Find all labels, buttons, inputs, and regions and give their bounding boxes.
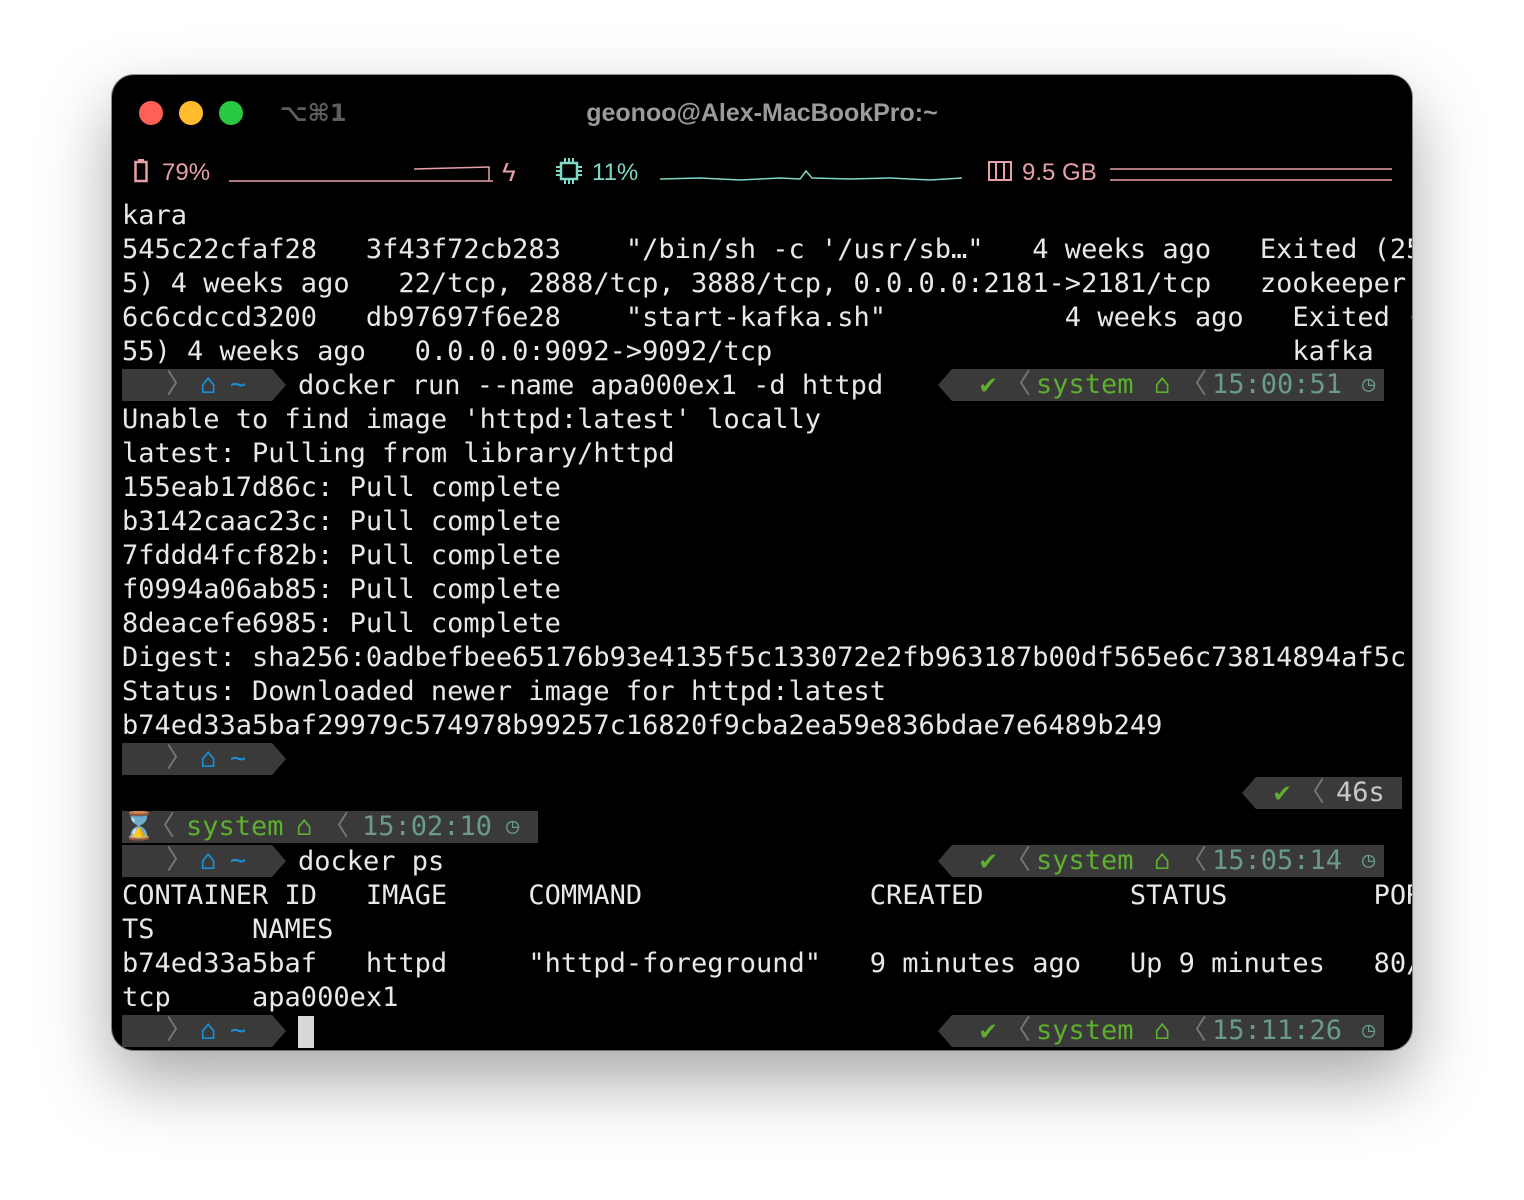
clock-icon: ◷ xyxy=(506,814,520,839)
timestamp: 15:00:51 xyxy=(1212,369,1343,400)
output-line: Digest: sha256:0adbefbee65176b93e4135f5c… xyxy=(122,642,1407,673)
output-line: 8deacefe6985: Pull complete xyxy=(122,608,561,639)
node-icon: ⌂ xyxy=(1154,369,1171,400)
separator-icon: 〈 xyxy=(1004,1015,1031,1046)
prompt-line: 〉 ⌂ ~ docker ps ✔ 〈 system ⌂ 〈 15:05:14 … xyxy=(122,845,1404,879)
home-dir: ~ xyxy=(230,743,247,774)
home-icon: ⌂ xyxy=(200,1015,217,1046)
output-line: 155eab17d86c: Pull complete xyxy=(122,472,561,503)
terminal-window: ⌥⌘1 geonoo@Alex-MacBookPro:~ 79% ϟ 11% 9… xyxy=(112,75,1412,1050)
prompt-right-segment: ✔ 〈 system ⌂ 〈 15:05:14 ◷ xyxy=(938,845,1384,877)
separator-icon: 〈 xyxy=(1004,845,1031,876)
memory-graph xyxy=(1110,168,1392,181)
env-label: system xyxy=(186,811,284,842)
output-line: f0994a06ab85: Pull complete xyxy=(122,574,561,605)
prompt-right-segment: ✔ 〈 system ⌂ 〈 15:00:51 ◷ xyxy=(938,369,1384,401)
home-icon: ⌂ xyxy=(200,743,217,774)
check-icon: ✔ xyxy=(980,1015,997,1046)
prompt-line: 〉 ⌂ ~ docker run --name apa000ex1 -d htt… xyxy=(122,369,1404,403)
command-text: docker run --name apa000ex1 -d httpd xyxy=(298,370,884,401)
table-header: CONTAINER ID IMAGE COMMAND CREATED STATU… xyxy=(122,880,1412,911)
output-line: 545c22cfaf28 3f43f72cb283 "/bin/sh -c '/… xyxy=(122,234,1412,265)
text-cursor[interactable] xyxy=(298,1016,314,1048)
prompt-line: 〉 ⌂ ~ xyxy=(122,743,1404,777)
separator-icon: 〈 xyxy=(1004,369,1031,400)
env-label: system xyxy=(1036,1015,1134,1046)
duration-segment: ✔ 〈 46s xyxy=(1242,777,1402,809)
separator-icon: 〉 xyxy=(166,369,193,400)
clock-icon: ◷ xyxy=(1362,848,1376,873)
output-line: Status: Downloaded newer image for httpd… xyxy=(122,676,887,707)
output-line: 6c6cdccd3200 db97697f6e28 "start-kafka.s… xyxy=(122,302,1412,333)
node-icon: ⌂ xyxy=(1154,1015,1171,1046)
node-icon: ⌂ xyxy=(1154,845,1171,876)
window-title: geonoo@Alex-MacBookPro:~ xyxy=(586,99,938,127)
output-line: b3142caac23c: Pull complete xyxy=(122,506,561,537)
cpu-icon xyxy=(556,158,582,184)
timestamp: 15:05:14 xyxy=(1212,845,1343,876)
home-icon: ⌂ xyxy=(200,369,217,400)
cpu-percent: 11% xyxy=(592,159,639,186)
prompt-right-segment: ✔ 〈 system ⌂ 〈 15:11:26 ◷ xyxy=(938,1015,1384,1047)
status-bar: 79% ϟ 11% 9.5 GB xyxy=(132,155,1402,191)
battery-percent: 79% xyxy=(162,159,211,186)
terminal-output[interactable]: kara 545c22cfaf28 3f43f72cb283 "/bin/sh … xyxy=(122,199,1412,1049)
env-segment: ⌛ 〈 system ⌂ 〈 15:02:10 ◷ xyxy=(122,811,538,843)
env-label: system xyxy=(1036,369,1134,400)
output-line: kara xyxy=(122,200,188,231)
separator-icon: 〈 xyxy=(148,811,175,842)
prompt-left-segment: 〉 ⌂ ~ xyxy=(122,369,286,401)
duration-line: ✔ 〈 46s xyxy=(122,777,1404,811)
output-line: latest: Pulling from library/httpd xyxy=(122,438,675,469)
check-icon: ✔ xyxy=(1274,777,1291,808)
prompt-left-segment: 〉 ⌂ ~ xyxy=(122,1015,286,1047)
timestamp: 15:02:10 xyxy=(362,811,493,842)
charging-icon: ϟ xyxy=(502,157,516,187)
separator-icon: 〉 xyxy=(166,1015,193,1046)
prompt-line-active[interactable]: 〉 ⌂ ~ ✔ 〈 system ⌂ 〈 15:11:26 ◷ xyxy=(122,1015,1404,1049)
cpu-graph xyxy=(660,169,962,181)
clock-icon: ◷ xyxy=(1362,372,1376,397)
battery-icon xyxy=(134,159,148,183)
separator-icon: 〉 xyxy=(166,845,193,876)
table-header: TS NAMES xyxy=(122,914,334,945)
output-line: b74ed33a5baf29979c574978b99257c16820f9cb… xyxy=(122,710,1163,741)
home-dir: ~ xyxy=(230,369,247,400)
separator-icon: 〉 xyxy=(166,743,193,774)
command-text: docker ps xyxy=(298,846,445,877)
output-line: 5) 4 weeks ago 22/tcp, 2888/tcp, 3888/tc… xyxy=(122,268,1407,299)
env-label: system xyxy=(1036,845,1134,876)
separator-icon: 〈 xyxy=(1180,845,1207,876)
clock-icon: ◷ xyxy=(1362,1018,1376,1043)
separator-icon: 〈 xyxy=(1180,369,1207,400)
output-line: Unable to find image 'httpd:latest' loca… xyxy=(122,404,821,435)
status-line: ⌛ 〈 system ⌂ 〈 15:02:10 ◷ xyxy=(122,811,1404,845)
battery-graph xyxy=(229,166,493,182)
prompt-left-segment: 〉 ⌂ ~ xyxy=(122,743,286,775)
memory-icon xyxy=(988,161,1012,181)
memory-usage: 9.5 GB xyxy=(1022,159,1097,186)
separator-icon: 〈 xyxy=(1298,777,1325,808)
prompt-left-segment: 〉 ⌂ ~ xyxy=(122,845,286,877)
home-dir: ~ xyxy=(230,845,247,876)
output-line: 55) 4 weeks ago 0.0.0.0:9092->9092/tcp k… xyxy=(122,336,1374,367)
command-duration: 46s xyxy=(1336,777,1385,808)
node-icon: ⌂ xyxy=(296,811,313,842)
home-dir: ~ xyxy=(230,1015,247,1046)
timestamp: 15:11:26 xyxy=(1212,1015,1343,1046)
check-icon: ✔ xyxy=(980,845,997,876)
separator-icon: 〈 xyxy=(322,811,349,842)
table-row: tcp apa000ex1 xyxy=(122,982,399,1013)
table-row: b74ed33a5baf httpd "httpd-foreground" 9 … xyxy=(122,948,1412,979)
separator-icon: 〈 xyxy=(1180,1015,1207,1046)
home-icon: ⌂ xyxy=(200,845,217,876)
check-icon: ✔ xyxy=(980,369,997,400)
output-line: 7fddd4fcf82b: Pull complete xyxy=(122,540,561,571)
